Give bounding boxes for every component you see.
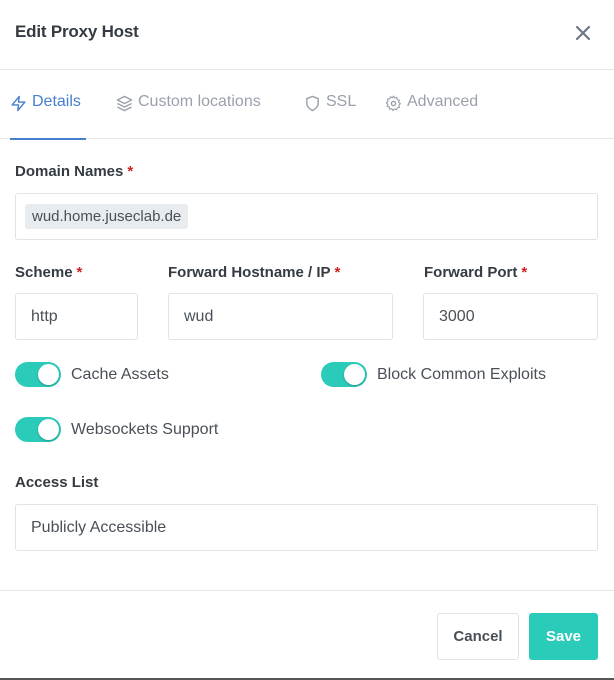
edit-proxy-host-modal: Edit Proxy Host Details Custom locations… xyxy=(0,0,614,680)
label-text: Forward Port xyxy=(424,264,518,281)
scheme-label: Scheme * xyxy=(15,264,82,281)
required-mark: * xyxy=(127,163,134,180)
toggle-switch-on[interactable] xyxy=(15,417,61,442)
forward-hostname-input[interactable]: wud xyxy=(168,293,393,340)
tab-label: SSL xyxy=(326,93,357,110)
required-mark: * xyxy=(521,264,528,281)
tab-label: Advanced xyxy=(407,93,479,110)
toggle-label: Websockets Support xyxy=(71,420,219,438)
access-list-label: Access List xyxy=(15,474,99,491)
label-text: Domain Names xyxy=(15,163,124,180)
bolt-icon xyxy=(10,95,27,112)
tab-label: Custom locations xyxy=(138,93,261,110)
modal-title: Edit Proxy Host xyxy=(15,22,139,41)
tab-custom-locations[interactable]: Custom locations xyxy=(116,93,261,139)
required-mark: * xyxy=(334,264,341,281)
domain-tag[interactable]: wud.home.juseclab.de xyxy=(25,204,189,229)
tab-advanced[interactable]: Advanced xyxy=(385,93,478,139)
access-list-value: Publicly Accessible xyxy=(31,518,167,536)
tab-bar: Details Custom locations SSL Advanced xyxy=(0,70,614,140)
tab-details[interactable]: Details xyxy=(10,93,86,140)
toggle-knob xyxy=(38,419,59,440)
access-list-select[interactable]: Publicly Accessible xyxy=(15,504,598,551)
toggle-knob xyxy=(38,364,59,385)
toggle-label: Cache Assets xyxy=(71,365,169,383)
domain-names-input[interactable]: wud.home.juseclab.de xyxy=(15,193,598,240)
toggle-knob xyxy=(344,364,365,385)
tab-label: Details xyxy=(32,93,81,110)
forward-port-value: 3000 xyxy=(439,307,475,325)
scheme-input[interactable]: http xyxy=(15,293,138,340)
save-button[interactable]: Save xyxy=(529,613,598,660)
scheme-value: http xyxy=(31,307,58,325)
forward-hostname-value: wud xyxy=(184,307,214,325)
modal-header: Edit Proxy Host xyxy=(0,0,614,70)
layers-icon xyxy=(116,95,133,112)
label-text: Forward Hostname / IP xyxy=(168,264,331,281)
close-icon xyxy=(572,25,594,48)
cancel-button[interactable]: Cancel xyxy=(437,613,519,660)
forward-port-input[interactable]: 3000 xyxy=(423,293,598,340)
modal-footer: Cancel Save xyxy=(0,590,614,678)
shield-icon xyxy=(304,95,321,112)
toggle-switch-on[interactable] xyxy=(15,362,61,387)
toggle-label: Block Common Exploits xyxy=(377,365,546,383)
close-button[interactable] xyxy=(572,22,594,44)
forward-hostname-label: Forward Hostname / IP * xyxy=(168,264,340,281)
label-text: Scheme xyxy=(15,264,73,281)
required-mark: * xyxy=(76,264,83,281)
toggle-switch-on[interactable] xyxy=(321,362,367,387)
forward-port-label: Forward Port * xyxy=(424,264,527,281)
gear-icon xyxy=(385,95,402,112)
tab-ssl[interactable]: SSL xyxy=(304,93,356,139)
websockets-support-toggle[interactable]: Websockets Support xyxy=(15,417,218,442)
cache-assets-toggle[interactable]: Cache Assets xyxy=(15,362,169,387)
block-common-exploits-toggle[interactable]: Block Common Exploits xyxy=(321,362,546,387)
domain-names-label: Domain Names * xyxy=(15,163,133,180)
